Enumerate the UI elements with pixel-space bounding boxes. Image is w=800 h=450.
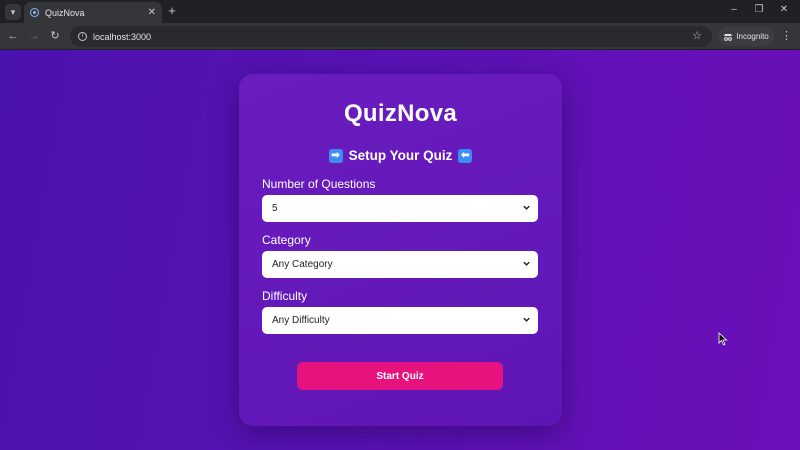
difficulty-select[interactable]: Any Difficulty	[262, 307, 538, 334]
category-select[interactable]: Any Category	[262, 251, 538, 278]
tab-title: QuizNova	[45, 7, 85, 18]
info-icon[interactable]: i	[78, 32, 87, 41]
tab-strip: ▾ QuizNova ✕ + – ❐ ✕	[0, 0, 800, 23]
kebab-icon[interactable]: ⋮	[781, 29, 792, 42]
setup-heading: ➡ Setup Your Quiz ⬅	[239, 148, 562, 163]
arrow-right-icon: ➡	[328, 148, 343, 163]
difficulty-label: Difficulty	[262, 289, 308, 303]
arrow-left-icon: ⬅	[458, 148, 473, 163]
page-viewport: QuizNova ➡ Setup Your Quiz ⬅ Number of Q…	[0, 50, 800, 450]
back-icon[interactable]: ←	[6, 29, 20, 43]
incognito-badge[interactable]: Incognito	[718, 27, 774, 46]
restore-icon[interactable]: ❐	[752, 4, 766, 15]
url-text: localhost:3000	[93, 31, 152, 42]
chevron-down-icon	[523, 205, 530, 210]
mouse-cursor-icon	[718, 332, 728, 346]
questions-label: Number of Questions	[262, 177, 376, 191]
browser-tab[interactable]: QuizNova ✕	[24, 2, 162, 23]
new-tab-icon[interactable]: +	[165, 4, 179, 18]
app-title: QuizNova	[343, 100, 458, 127]
chevron-down-icon	[523, 317, 530, 322]
close-icon[interactable]: ✕	[148, 7, 156, 18]
difficulty-value: Any Difficulty	[272, 315, 330, 326]
start-quiz-button[interactable]: Start Quiz	[297, 362, 503, 390]
questions-select[interactable]: 5	[262, 195, 538, 222]
quiz-setup-card: QuizNova ➡ Setup Your Quiz ⬅ Number of Q…	[239, 74, 562, 426]
favicon-icon	[30, 8, 39, 17]
chevron-down-icon	[523, 261, 530, 266]
reload-icon[interactable]: ↻	[48, 29, 62, 43]
browser-toolbar: ← → ↻ i localhost:3000 ☆ Incognito ⋮	[0, 23, 800, 50]
minimize-icon[interactable]: –	[727, 4, 741, 15]
window-close-icon[interactable]: ✕	[777, 4, 791, 15]
category-value: Any Category	[272, 259, 333, 270]
category-label: Category	[262, 233, 311, 247]
setup-heading-text: Setup Your Quiz	[348, 148, 453, 163]
address-bar[interactable]: i localhost:3000 ☆	[70, 26, 712, 47]
incognito-icon	[724, 33, 733, 41]
tab-menu-icon[interactable]: ▾	[5, 4, 21, 20]
star-icon[interactable]: ☆	[692, 29, 702, 42]
questions-value: 5	[272, 203, 278, 214]
forward-icon[interactable]: →	[27, 29, 41, 43]
incognito-label: Incognito	[736, 32, 769, 41]
